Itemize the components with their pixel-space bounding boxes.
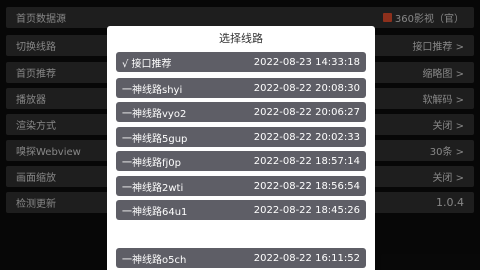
route-time: 2022-08-23 14:33:18	[253, 56, 360, 68]
route-time: 2022-08-22 20:08:30	[253, 82, 360, 94]
route-name: √ 接口推荐	[122, 58, 172, 70]
route-time: 2022-08-22 18:57:14	[253, 155, 360, 167]
route-name: 一神线路o5ch	[122, 254, 187, 266]
route-item[interactable]: 一神线路vyo2 2022-08-22 20:06:27	[116, 102, 366, 122]
route-item[interactable]: 一神线路fj0p 2022-08-22 18:57:14	[116, 151, 366, 171]
route-list[interactable]: √ 接口推荐 2022-08-23 14:33:18 一神线路shyi 2022…	[107, 52, 375, 270]
route-name: 一神线路fj0p	[122, 157, 182, 169]
route-name: 一神线路vyo2	[122, 108, 187, 120]
route-time: 2022-08-22 20:02:33	[253, 131, 360, 143]
route-item[interactable]: 一神线路shyi 2022-08-22 20:08:30	[116, 78, 366, 98]
route-item[interactable]: 一神线路64u1 2022-08-22 18:45:26	[116, 200, 366, 220]
route-time: 2022-08-22 20:06:27	[253, 106, 360, 118]
route-name: 一神线路2wti	[122, 182, 184, 194]
route-time: 2022-08-22 16:11:52	[253, 252, 360, 264]
route-time: 2022-08-22 18:45:26	[253, 204, 360, 216]
route-name: 一神线路5gup	[122, 133, 188, 145]
route-item[interactable]: √ 接口推荐 2022-08-23 14:33:18	[116, 52, 366, 72]
route-item[interactable]: 一神线路2wti 2022-08-22 18:56:54	[116, 176, 366, 196]
route-name: 一神线路shyi	[122, 84, 183, 96]
dialog-title: 选择线路	[219, 32, 263, 45]
route-item[interactable]: 一神线路o5ch 2022-08-22 16:11:52	[116, 248, 366, 268]
route-item[interactable]: 一神线路5gup 2022-08-22 20:02:33	[116, 127, 366, 147]
route-name: 一神线路64u1	[122, 206, 188, 218]
route-select-dialog: 选择线路 √ 接口推荐 2022-08-23 14:33:18 一神线路shyi…	[107, 26, 375, 270]
route-time: 2022-08-22 18:56:54	[253, 180, 360, 192]
